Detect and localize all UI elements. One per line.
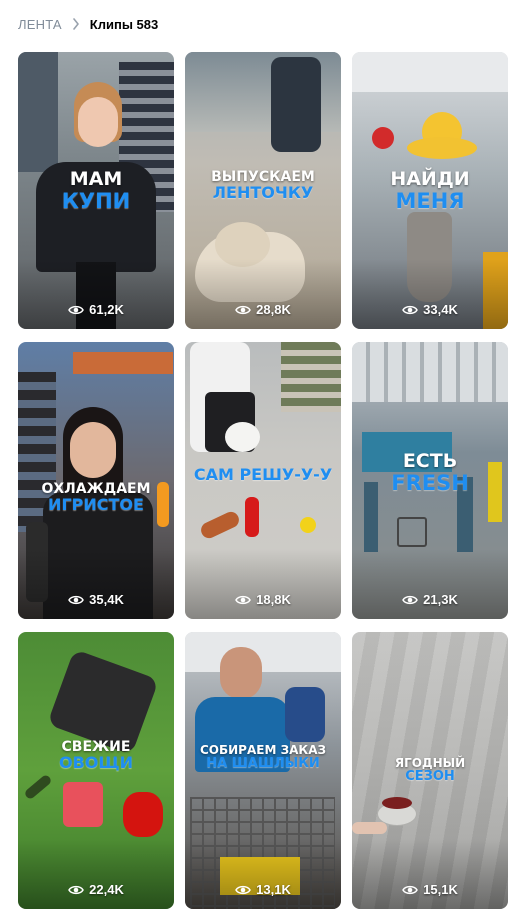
clip-views-count: 28,8K	[256, 302, 291, 317]
breadcrumb-parent-link[interactable]: ЛЕНТА	[18, 17, 62, 32]
clip-caption-line2: ЛЕНТОЧКУ	[212, 182, 314, 202]
clip-caption: СВЕЖИЕ ОВОЩИ	[18, 740, 174, 771]
clip-caption-line1: ЯГОДНЫЙ	[394, 756, 466, 770]
clip-caption-line1: МАМ	[69, 168, 123, 190]
clip-caption-line2: ОВОЩИ	[59, 752, 133, 772]
clip-caption-line1: СОБИРАЕМ ЗАКАЗ	[199, 743, 327, 757]
eye-icon	[402, 305, 418, 314]
eye-icon	[235, 305, 251, 314]
clip-views: 33,4K	[352, 302, 508, 317]
clip-views: 13,1K	[185, 882, 341, 897]
clip-card[interactable]: МАМ КУПИ 61,2K	[18, 52, 174, 329]
clip-views: 18,8K	[185, 592, 341, 607]
eye-icon	[235, 595, 251, 604]
clip-caption-line2: САМ РЕШУ-У-У	[193, 465, 333, 484]
clip-views: 15,1K	[352, 882, 508, 897]
clip-caption: НАЙДИ МЕНЯ	[352, 168, 508, 213]
clip-caption-line2: FRESH	[391, 470, 469, 495]
chevron-right-icon	[68, 16, 84, 32]
clip-caption: ВЫПУСКАЕМ ЛЕНТОЧКУ	[185, 170, 341, 201]
clip-views-count: 13,1K	[256, 882, 291, 897]
clip-card[interactable]: ОХЛАЖДАЕМ ИГРИСТОЕ 35,4K	[18, 342, 174, 619]
clip-caption-line2: ИГРИСТОЕ	[48, 494, 144, 514]
clip-caption: ЕСТЬ FRESH	[352, 450, 508, 495]
clip-card[interactable]: ЕСТЬ FRESH 21,3K	[352, 342, 508, 619]
clip-caption-line2: СЕЗОН	[405, 768, 455, 784]
clip-caption: СОБИРАЕМ ЗАКАЗ НА ШАШЛЫКИ	[185, 744, 341, 770]
clip-caption: МАМ КУПИ	[18, 168, 174, 213]
clips-grid: МАМ КУПИ 61,2K ВЫПУСКАЕМ ЛЕНТОЧКУ 28,8K	[18, 52, 508, 909]
clip-caption-line2: КУПИ	[61, 188, 131, 213]
clip-card[interactable]: ВЫПУСКАЕМ ЛЕНТОЧКУ 28,8K	[185, 52, 341, 329]
clip-caption: ЯГОДНЫЙ СЕЗОН	[352, 757, 508, 783]
clip-views: 61,2K	[18, 302, 174, 317]
eye-icon	[68, 305, 84, 314]
clip-card[interactable]: СВЕЖИЕ ОВОЩИ 22,4K	[18, 632, 174, 909]
clip-card[interactable]: ЯГОДНЫЙ СЕЗОН 15,1K	[352, 632, 508, 909]
breadcrumb-current: Клипы 583	[89, 16, 159, 32]
clip-views-count: 33,4K	[423, 302, 458, 317]
clip-views: 28,8K	[185, 302, 341, 317]
clip-views-count: 35,4K	[89, 592, 124, 607]
clip-caption-line1: НАЙДИ	[390, 168, 470, 190]
clip-views-count: 61,2K	[89, 302, 124, 317]
clip-card[interactable]: СОБИРАЕМ ЗАКАЗ НА ШАШЛЫКИ 13,1K	[185, 632, 341, 909]
clip-caption-line2: НА ШАШЛЫКИ	[206, 755, 320, 771]
eye-icon	[402, 885, 418, 894]
clip-views: 22,4K	[18, 882, 174, 897]
clip-caption-line1: ЕСТЬ	[402, 450, 458, 472]
eye-icon	[402, 595, 418, 604]
clip-caption-line2: МЕНЯ	[395, 188, 465, 213]
clip-views-count: 18,8K	[256, 592, 291, 607]
clip-views-count: 21,3K	[423, 592, 458, 607]
breadcrumb: ЛЕНТА Клипы 583	[18, 14, 158, 34]
clip-views: 35,4K	[18, 592, 174, 607]
clip-caption: ОХЛАЖДАЕМ ИГРИСТОЕ	[18, 482, 174, 513]
eye-icon	[68, 595, 84, 604]
eye-icon	[235, 885, 251, 894]
clip-card[interactable]: НАЙДИ МЕНЯ 33,4K	[352, 52, 508, 329]
eye-icon	[68, 885, 84, 894]
clip-card[interactable]: САМ РЕШУ-У-У 18,8K	[185, 342, 341, 619]
clip-views: 21,3K	[352, 592, 508, 607]
clip-views-count: 22,4K	[89, 882, 124, 897]
clip-views-count: 15,1K	[423, 882, 458, 897]
clip-caption: САМ РЕШУ-У-У	[185, 465, 341, 484]
